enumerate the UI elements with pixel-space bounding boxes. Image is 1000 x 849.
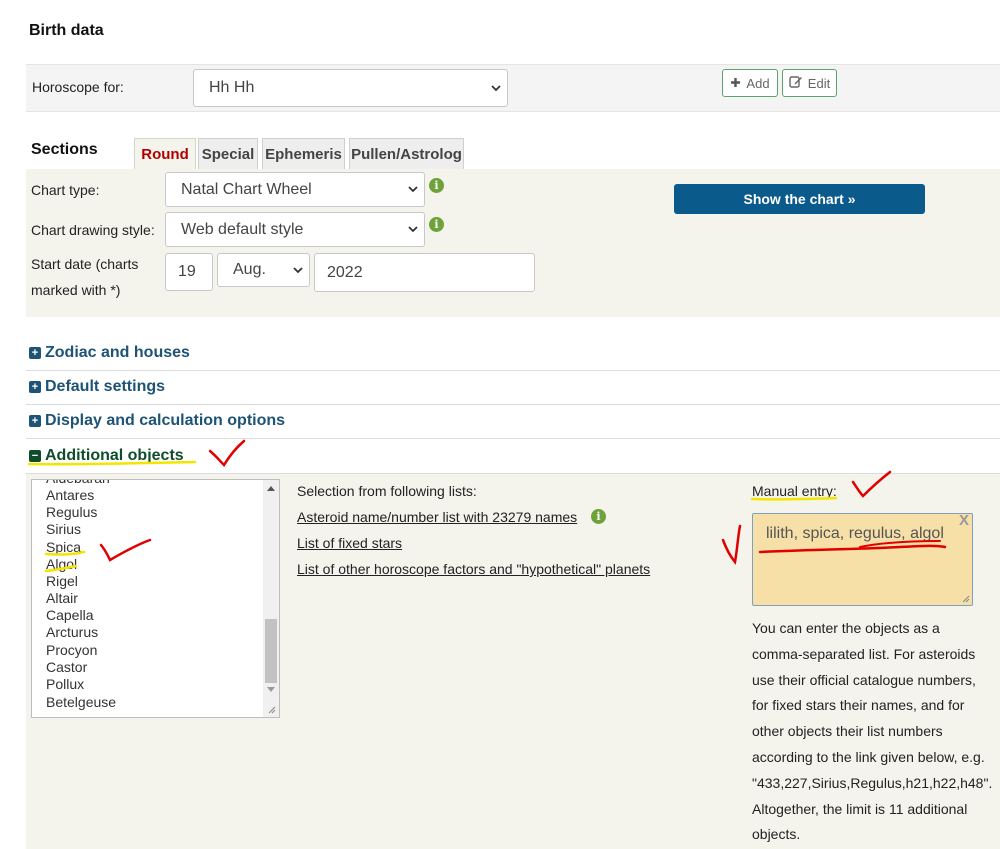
show-chart-button[interactable]: Show the chart » — [674, 184, 925, 214]
year-input[interactable]: 2022 — [314, 253, 535, 292]
drawing-style-value: Web default style — [181, 220, 304, 238]
day-input[interactable]: 19 — [165, 253, 213, 291]
plus-square-icon: + — [29, 347, 41, 359]
chart-type-value: Natal Chart Wheel — [181, 180, 312, 198]
add-label: Add — [746, 75, 770, 91]
minus-square-icon: − — [29, 450, 41, 462]
other-factors-link[interactable]: List of other horoscope factors and "hyp… — [297, 561, 650, 577]
fixed-star-listbox[interactable]: Aldebaran Antares Regulus Sirius Spica A… — [31, 479, 280, 718]
manual-entry-label: Manual entry: — [752, 483, 837, 499]
tab-special[interactable]: Special — [198, 138, 258, 169]
sections-label: Sections — [31, 141, 98, 158]
chevron-down-icon — [402, 226, 424, 233]
tab-round-label: Round — [141, 145, 189, 163]
plus-icon — [730, 76, 741, 91]
edit-icon — [789, 75, 803, 91]
chart-type-label: Chart type: — [31, 182, 100, 198]
horoscope-select[interactable]: Hh Hh — [193, 69, 508, 107]
accordion-label: Display and calculation options — [45, 412, 286, 429]
start-date-label-line-2: marked with *) — [31, 282, 121, 298]
help-line: "433,227,Sirius,Regulus,h21,h22,h48". — [752, 774, 993, 791]
list-item[interactable]: Rigel — [46, 573, 78, 590]
list-item[interactable]: Arcturus — [46, 624, 98, 641]
horoscope-label: Horoscope for: — [32, 79, 124, 95]
accordion-label: Default settings — [45, 378, 166, 395]
list-item[interactable]: Algol — [46, 556, 77, 573]
year-value: 2022 — [327, 263, 363, 281]
manual-entry-help: You can enter the objects as a comma-sep… — [752, 616, 1000, 848]
accordion-default-settings[interactable]: + Default settings — [26, 370, 1000, 405]
info-icon[interactable]: i — [429, 178, 444, 193]
resize-grip-icon[interactable] — [266, 704, 276, 714]
scrollbar-thumb[interactable] — [265, 619, 277, 683]
list-item[interactable]: Castor — [46, 659, 87, 676]
tab-special-label: Special — [201, 145, 255, 163]
start-date-label-line-1: Start date (charts — [31, 256, 139, 272]
drawing-style-label: Chart drawing style: — [31, 222, 155, 238]
listbox-scrollbar[interactable] — [263, 480, 279, 717]
accordion-zodiac-and-houses[interactable]: + Zodiac and houses — [26, 336, 1000, 371]
info-icon[interactable]: i — [429, 217, 444, 232]
list-item[interactable]: Regulus — [46, 504, 97, 521]
tab-pullen-astrolog[interactable]: Pullen/Astrolog — [349, 138, 464, 169]
accordion-display-calculation-options[interactable]: + Display and calculation options — [26, 404, 1000, 439]
chevron-down-icon — [287, 266, 309, 274]
tab-round[interactable]: Round — [134, 138, 196, 169]
tab-pullen-label: Pullen/Astrolog — [351, 145, 462, 163]
help-line: You can enter the objects as a — [752, 620, 940, 636]
month-select[interactable]: Aug. — [217, 253, 310, 287]
add-button[interactable]: Add — [722, 69, 778, 97]
plus-square-icon: + — [29, 415, 41, 427]
horoscope-row — [26, 64, 1000, 112]
fixed-stars-link[interactable]: List of fixed stars — [297, 535, 402, 551]
edit-label: Edit — [807, 75, 831, 91]
list-item[interactable]: Pollux — [46, 676, 84, 693]
tab-ephemeris-label: Ephemeris — [265, 145, 342, 163]
chart-type-select[interactable]: Natal Chart Wheel — [165, 172, 425, 207]
clear-button[interactable]: X — [959, 512, 969, 529]
list-item[interactable]: Spica — [46, 539, 81, 556]
help-line: objects. — [752, 826, 801, 843]
birth-data-title: Birth data — [29, 22, 104, 39]
manual-entry-value: lilith, spica, regulus, algol — [766, 525, 944, 542]
plus-square-icon: + — [29, 381, 41, 393]
list-item[interactable]: Capella — [46, 607, 93, 624]
list-item[interactable]: Aldebaran — [46, 480, 110, 487]
scroll-up-icon[interactable] — [267, 486, 275, 491]
list-item[interactable]: Sirius — [46, 521, 81, 538]
day-value: 19 — [178, 263, 196, 280]
month-value: Aug. — [233, 261, 266, 278]
resize-grip-icon[interactable] — [961, 594, 970, 603]
selection-heading: Selection from following lists: — [297, 483, 477, 499]
accordion-label: Additional objects — [45, 447, 184, 464]
list-item[interactable]: Antares — [46, 487, 94, 504]
accordion-label: Zodiac and houses — [45, 344, 190, 361]
horoscope-value: Hh Hh — [209, 79, 255, 96]
edit-button[interactable]: Edit — [782, 69, 837, 97]
help-line: comma-separated list. For asteroids — [752, 645, 976, 662]
scroll-down-icon[interactable] — [267, 687, 275, 692]
list-item[interactable]: Altair — [46, 590, 78, 607]
list-item[interactable]: Procyon — [46, 642, 97, 659]
tab-ephemeris[interactable]: Ephemeris — [262, 138, 345, 169]
help-line: for fixed stars their names, and for — [752, 697, 965, 714]
help-line: other objects their list numbers — [752, 723, 943, 740]
info-icon[interactable]: i — [591, 509, 606, 524]
drawing-style-select[interactable]: Web default style — [165, 212, 425, 247]
help-line: according to the link given below, e.g. — [752, 748, 985, 765]
help-line: Altogether, the limit is 11 additional — [752, 800, 968, 817]
help-line: use their official catalogue numbers, — [752, 671, 976, 688]
chevron-down-icon — [485, 84, 507, 92]
asteroid-list-link[interactable]: Asteroid name/number list with 23279 nam… — [297, 509, 577, 525]
chevron-down-icon — [402, 186, 424, 193]
list-item[interactable]: Betelgeuse — [46, 694, 116, 711]
accordion-additional-objects[interactable]: − Additional objects — [26, 439, 1000, 474]
